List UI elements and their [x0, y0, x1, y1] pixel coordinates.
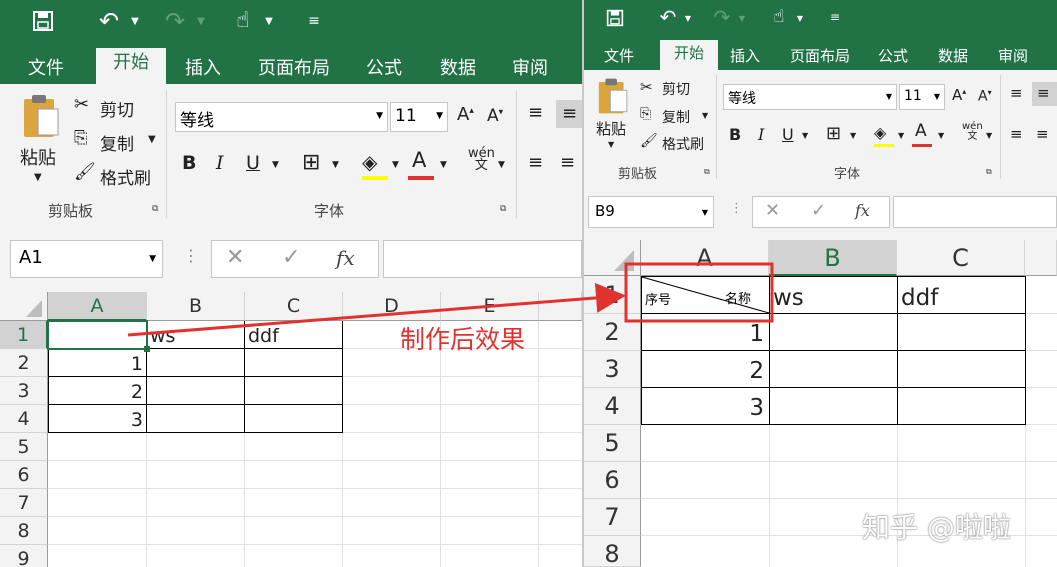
watermark: 知乎 @啦啦	[862, 511, 1011, 544]
annotation-label: 制作后效果	[400, 325, 526, 354]
highlight-box	[624, 262, 774, 323]
annotation-arrow	[127, 282, 626, 337]
annotation-overlay	[127, 262, 774, 337]
